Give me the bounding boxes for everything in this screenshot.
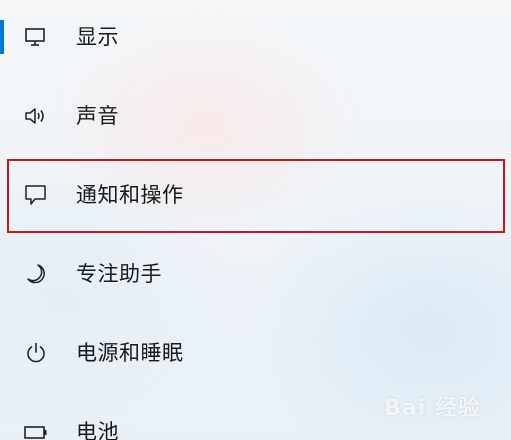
nav-item-focus-assist[interactable]: 专注助手 [0, 254, 511, 294]
watermark: Bai 经验 [384, 396, 481, 421]
battery-icon [22, 418, 50, 440]
notification-icon [22, 181, 50, 209]
nav-item-display[interactable]: 显示 [0, 17, 511, 57]
nav-item-label: 声音 [76, 104, 119, 128]
nav-item-notifications[interactable]: 通知和操作 [0, 175, 511, 215]
nav-item-power-sleep[interactable]: 电源和睡眠 [0, 333, 511, 373]
nav-item-label: 通知和操作 [76, 183, 184, 207]
nav-item-label: 显示 [76, 25, 119, 49]
nav-item-label: 专注助手 [76, 262, 162, 286]
nav-item-label: 电池 [76, 420, 119, 440]
settings-nav: 显示 声音 通知和操作 专注助手 电源和睡眠 电池 [0, 0, 511, 440]
nav-item-sound[interactable]: 声音 [0, 96, 511, 136]
display-icon [22, 23, 50, 51]
speaker-icon [22, 102, 50, 130]
power-icon [22, 339, 50, 367]
moon-icon [22, 260, 50, 288]
nav-item-label: 电源和睡眠 [76, 341, 184, 365]
